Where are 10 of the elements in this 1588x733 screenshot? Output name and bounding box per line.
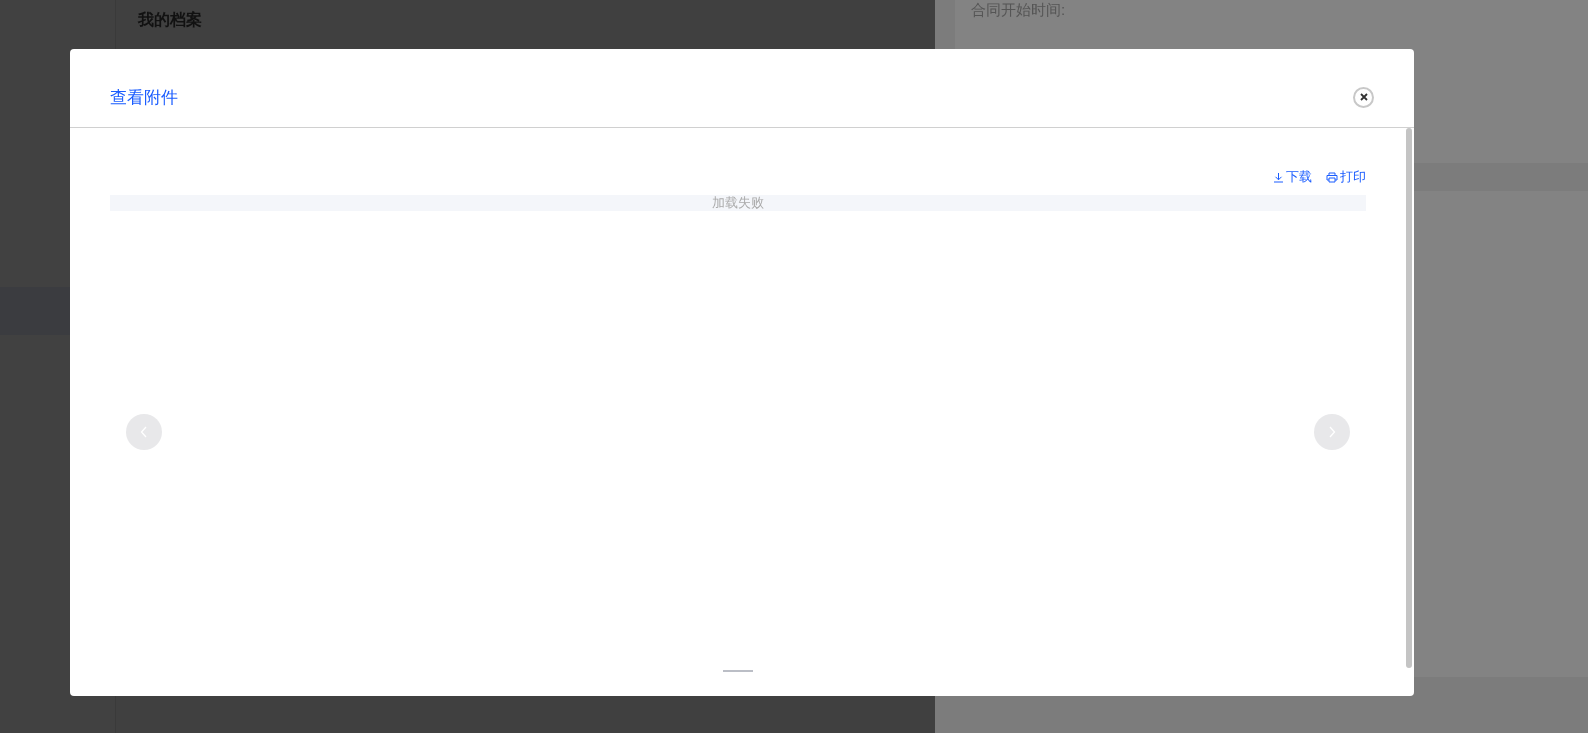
scrollbar[interactable] bbox=[1406, 128, 1412, 668]
printer-icon bbox=[1326, 171, 1338, 183]
close-icon bbox=[1358, 92, 1369, 102]
error-message: 加载失败 bbox=[110, 195, 1366, 211]
close-button[interactable] bbox=[1353, 86, 1374, 108]
download-icon bbox=[1273, 171, 1284, 183]
print-link[interactable]: 打印 bbox=[1326, 168, 1366, 186]
page-indicator[interactable] bbox=[723, 670, 753, 672]
dialog-title: 查看附件 bbox=[110, 86, 178, 109]
download-link[interactable]: 下载 bbox=[1273, 168, 1312, 186]
